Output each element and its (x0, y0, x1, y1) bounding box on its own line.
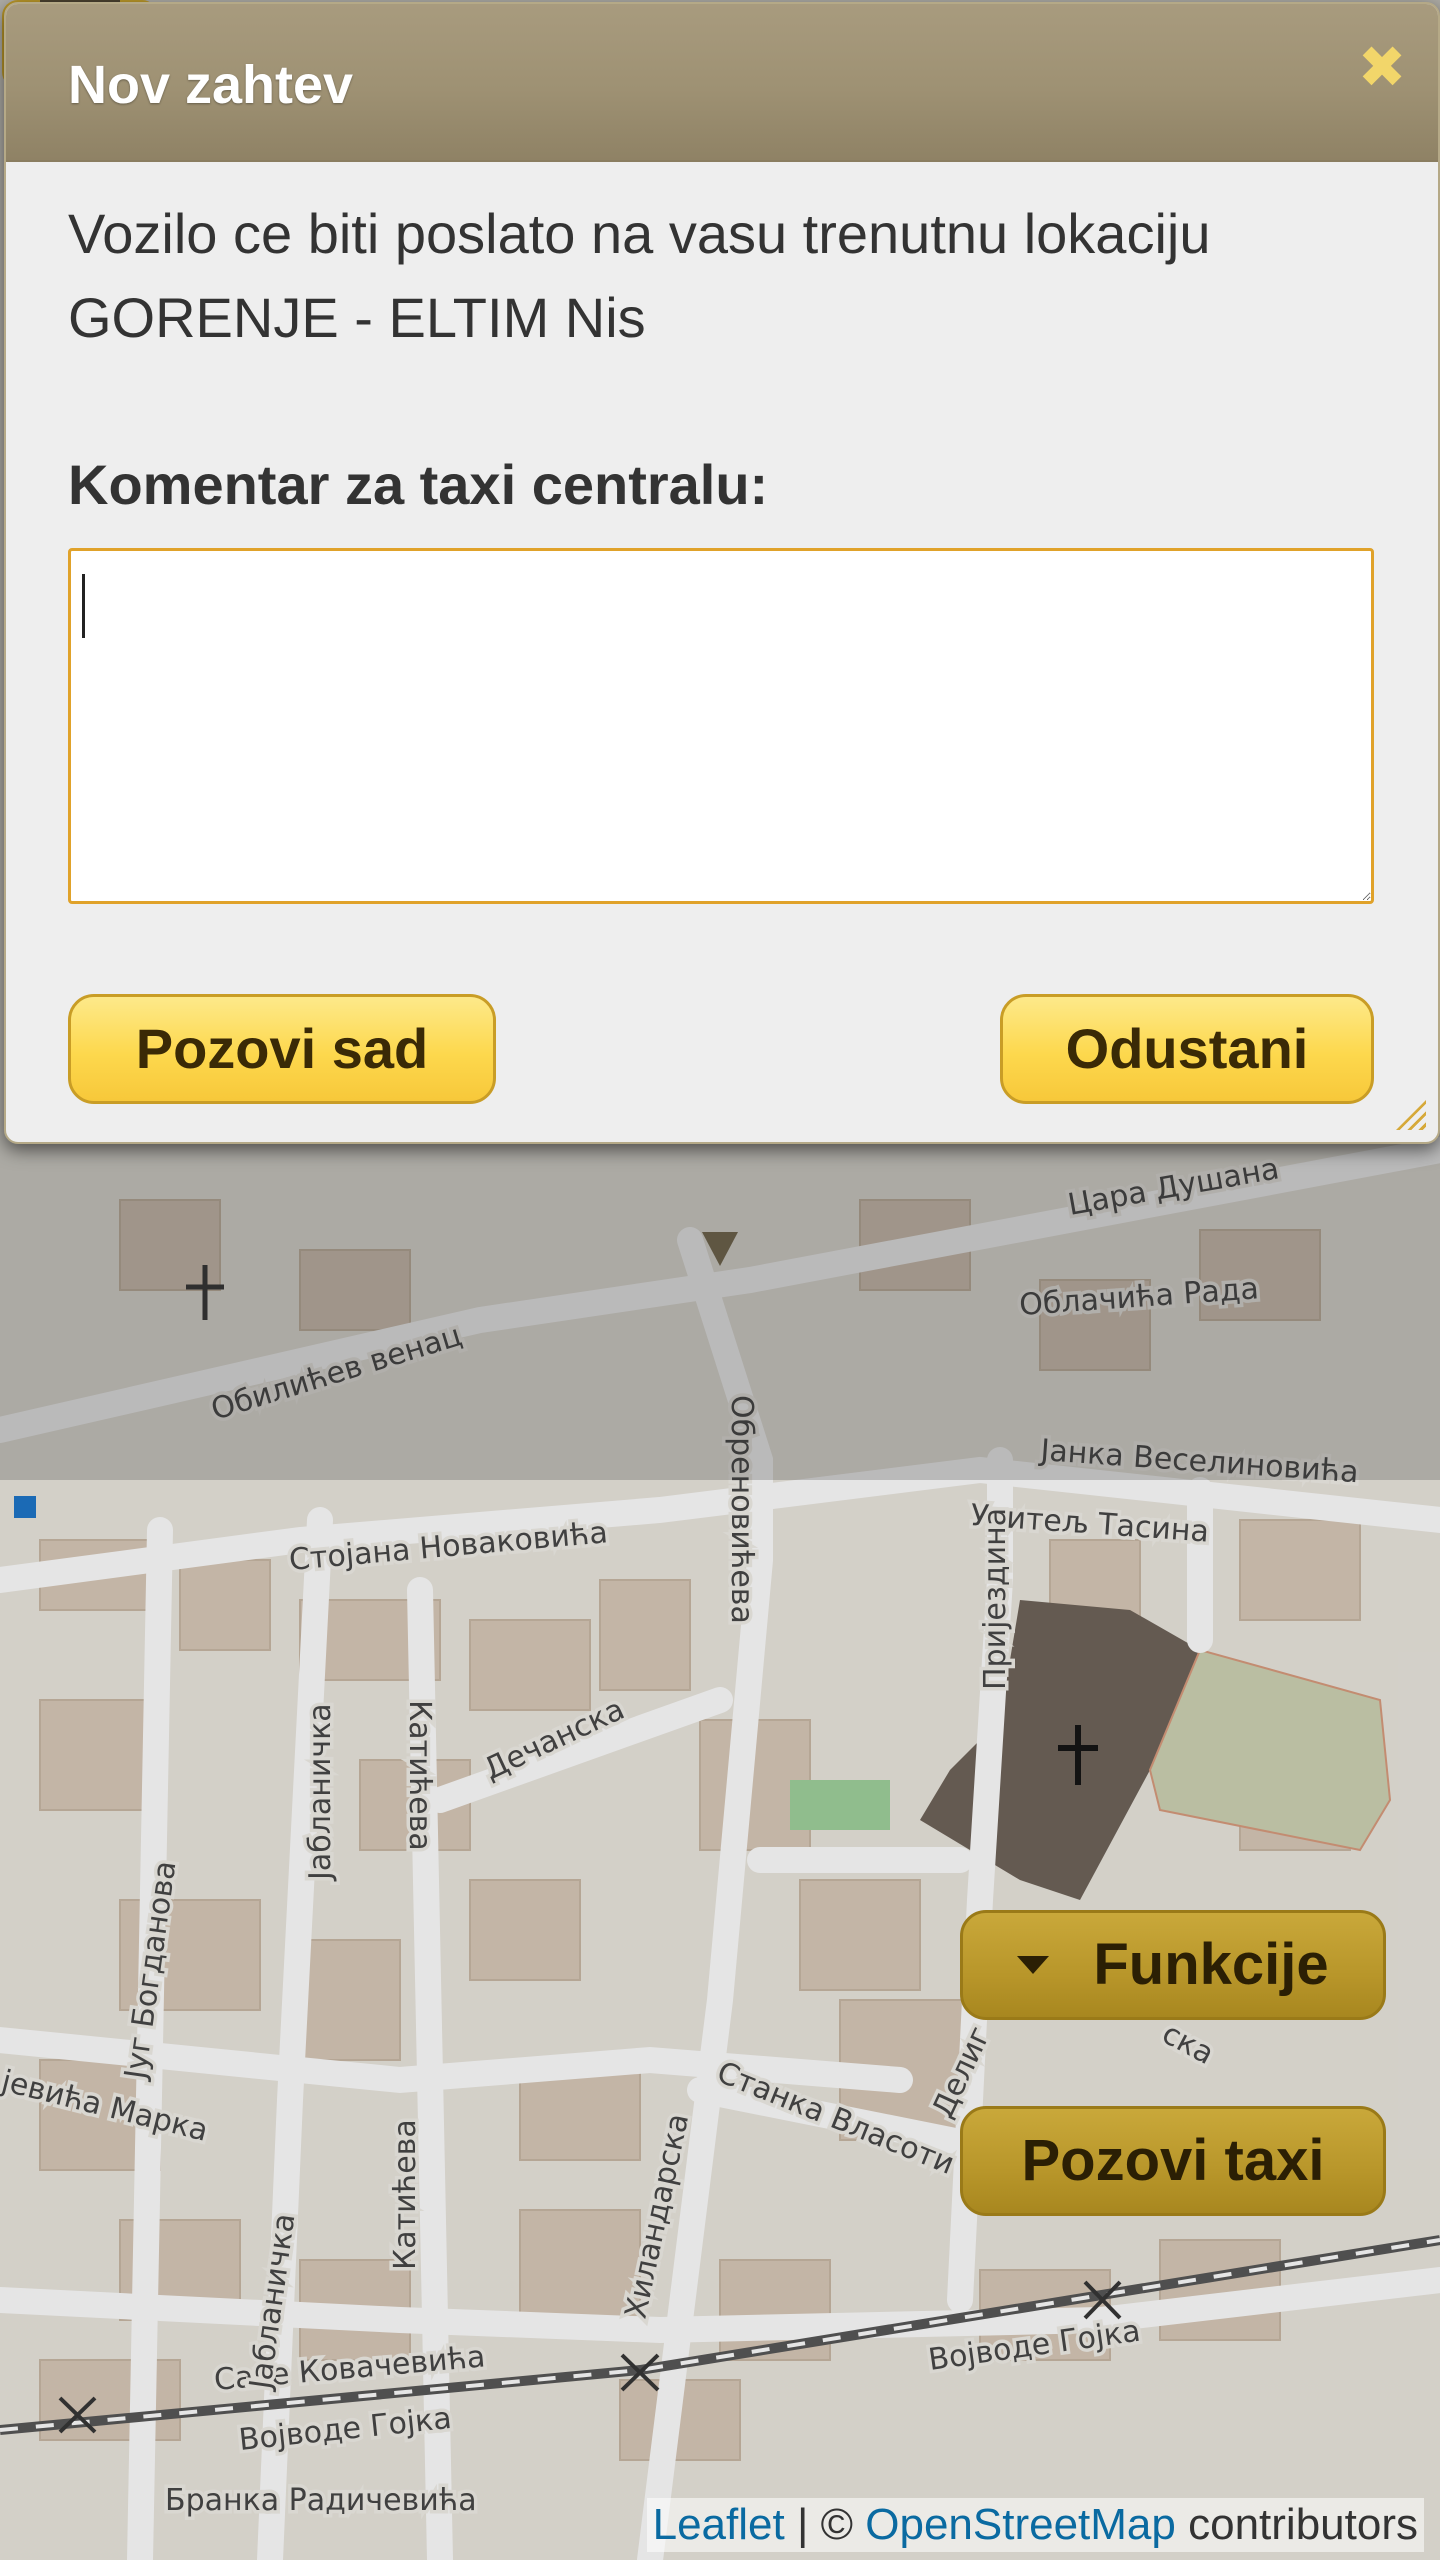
resize-grip-icon[interactable] (1396, 1100, 1426, 1130)
dialog-title: Nov zahtev (68, 55, 354, 115)
map-attribution: Leaflet | © OpenStreetMap contributors (646, 2498, 1424, 2552)
call-taxi-button[interactable]: Pozovi taxi (960, 2106, 1386, 2216)
text-caret (82, 574, 85, 638)
functions-label: Funkcije (1093, 1932, 1329, 1997)
caret-down-icon (1017, 1955, 1050, 1974)
marker-pointer-icon (702, 1232, 738, 1266)
message-line-1: Vozilo ce biti poslato na vasu trenutnu … (68, 202, 1211, 265)
functions-menu-button[interactable]: Funkcije (960, 1910, 1386, 2020)
call-taxi-label: Pozovi taxi (1021, 2128, 1325, 2193)
attribution-separator: | © (796, 2500, 854, 2549)
new-request-dialog: Nov zahtev ✖ Vozilo ce biti poslato na v… (4, 2, 1440, 1144)
call-now-button[interactable]: Pozovi sad (68, 994, 496, 1104)
comment-textarea[interactable] (68, 548, 1374, 904)
close-icon[interactable]: ✖ (1356, 39, 1408, 97)
message-line-2: GORENJE - ELTIM Nis (68, 286, 646, 349)
dialog-header: Nov zahtev ✖ (6, 4, 1438, 162)
openstreetmap-link[interactable]: OpenStreetMap (865, 2500, 1176, 2549)
leaflet-link[interactable]: Leaflet (653, 2500, 785, 2549)
map-dim-lower (0, 1480, 1440, 2560)
cancel-button[interactable]: Odustani (1000, 994, 1374, 1104)
comment-label: Komentar za taxi centralu: (68, 453, 769, 516)
attribution-contributors: contributors (1188, 2500, 1418, 2549)
dialog-message: Vozilo ce biti poslato na vasu trenutnu … (68, 192, 1368, 360)
